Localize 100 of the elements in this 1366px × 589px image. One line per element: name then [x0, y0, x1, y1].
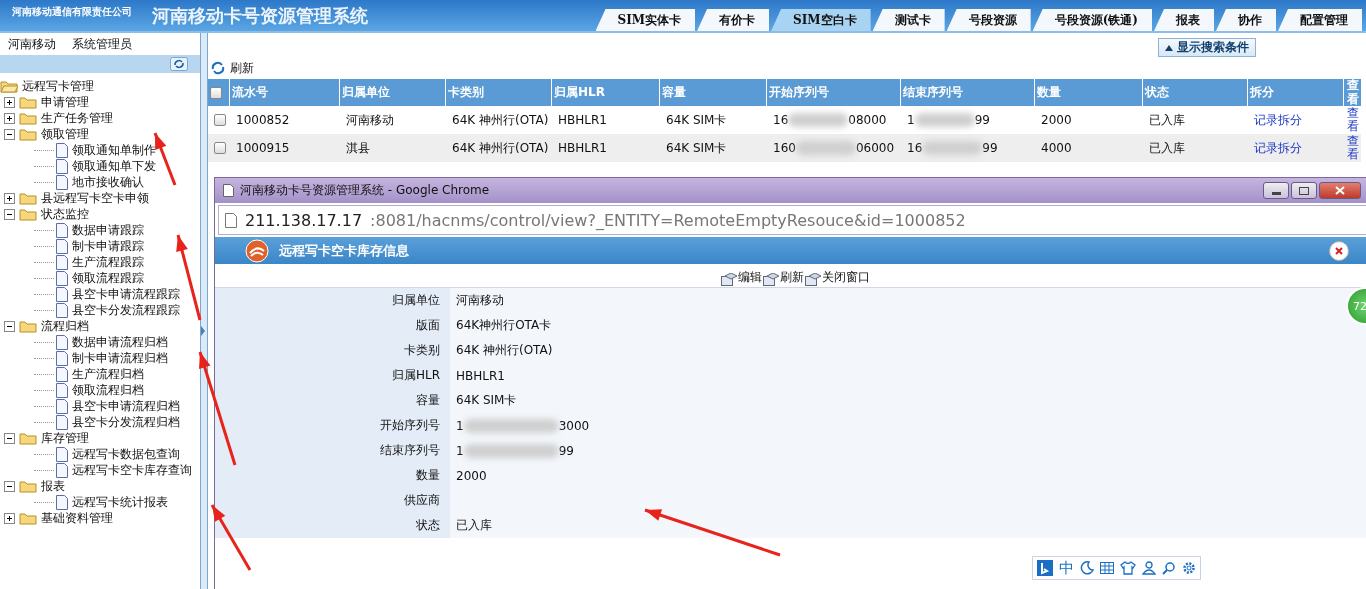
- refresh-icon[interactable]: [210, 61, 226, 75]
- tree-item[interactable]: 库存管理: [39, 429, 89, 447]
- serial-fragment: 08000: [848, 113, 887, 127]
- logo-icon: [245, 238, 269, 263]
- tree-item[interactable]: 制卡申请跟踪: [70, 237, 144, 255]
- field-value: 64K 神州行(OTA): [456, 342, 553, 359]
- collapse-handle[interactable]: [201, 326, 205, 336]
- expander-icon[interactable]: [4, 432, 15, 444]
- nav-tab[interactable]: 报表: [1154, 9, 1214, 31]
- address-bar[interactable]: 211.138.17.17 :8081/hacnms/control/view?_ENTITY=RemoteEmptyResouce&id=1000852: [218, 205, 1366, 235]
- tree-item[interactable]: 生产流程跟踪: [70, 253, 144, 271]
- minimize-button[interactable]: [1263, 182, 1289, 199]
- field-label: 容量: [215, 388, 450, 413]
- select-all-checkbox[interactable]: [210, 86, 222, 99]
- field-value: 2000: [456, 468, 487, 483]
- row-checkbox[interactable]: [214, 114, 226, 126]
- field-label: 结束序列号: [215, 438, 450, 463]
- folder-icon: [19, 191, 37, 205]
- close-button[interactable]: [1319, 182, 1361, 199]
- document-icon: [56, 446, 68, 462]
- search-icon[interactable]: [1162, 561, 1176, 575]
- column-header: 数量: [1035, 79, 1143, 106]
- table-cell: 已入库: [1149, 139, 1185, 157]
- column-header: 拆分: [1248, 79, 1344, 106]
- refresh-link[interactable]: 刷新: [230, 59, 254, 77]
- tree-item[interactable]: 领取流程归档: [70, 381, 144, 399]
- nav-tab[interactable]: SIM实体卡: [595, 9, 696, 31]
- nav-tab[interactable]: 有价卡: [697, 9, 770, 31]
- tree-item[interactable]: 县空卡分发流程跟踪: [70, 301, 180, 319]
- tree-item[interactable]: 县空卡申请流程跟踪: [70, 285, 180, 303]
- tree-item[interactable]: 县空卡分发流程归档: [70, 413, 180, 431]
- serial-fragment: 1: [456, 418, 464, 433]
- tree-item[interactable]: 生产任务管理: [39, 109, 113, 127]
- expander-icon[interactable]: [4, 96, 15, 108]
- nav-tab[interactable]: 协作: [1216, 9, 1276, 31]
- tree-item[interactable]: 基础资料管理: [39, 509, 113, 527]
- tree-item[interactable]: 县远程写卡空卡申领: [39, 189, 149, 207]
- tree-item[interactable]: 远程写卡管理: [20, 77, 94, 95]
- refresh-icon[interactable]: [170, 57, 188, 71]
- column-header: 归属单位: [340, 79, 446, 106]
- tree-item[interactable]: 生产流程归档: [70, 365, 144, 383]
- tree-item[interactable]: 申请管理: [39, 93, 89, 111]
- document-icon: [56, 174, 68, 190]
- row-link[interactable]: 记录拆分: [1254, 111, 1302, 129]
- maximize-button[interactable]: [1291, 182, 1317, 199]
- tree-item[interactable]: 状态监控: [39, 205, 89, 223]
- expander-icon[interactable]: [4, 192, 15, 204]
- keyboard-icon[interactable]: [1100, 562, 1114, 574]
- redaction-blur: [914, 113, 975, 127]
- column-header: 开始序列号: [767, 79, 901, 106]
- tree-item[interactable]: 流程归档: [39, 317, 89, 335]
- tree-item[interactable]: 报表: [39, 477, 65, 495]
- tree-item[interactable]: 远程写卡数据包查询: [70, 445, 180, 463]
- tree-item[interactable]: 领取流程跟踪: [70, 269, 144, 287]
- tree-item[interactable]: 领取通知单下发: [70, 157, 156, 175]
- nav-tab[interactable]: 测试卡: [872, 9, 945, 31]
- search-toggle-button[interactable]: 显示搜索条件: [1157, 38, 1256, 57]
- b-logo-icon[interactable]: [1037, 560, 1053, 576]
- nav-tab[interactable]: 号段资源: [946, 9, 1031, 31]
- field-value: HBHLR1: [456, 368, 505, 383]
- expander-icon[interactable]: [4, 512, 15, 524]
- expander-icon[interactable]: [4, 208, 15, 220]
- expander-icon[interactable]: [4, 320, 15, 332]
- tree-item[interactable]: 领取管理: [39, 125, 89, 143]
- table-cell: 1000915: [236, 141, 290, 155]
- field-label: 版面: [215, 313, 450, 338]
- tree-item[interactable]: 制卡申请流程归档: [70, 349, 168, 367]
- nav-tab[interactable]: SIM空白卡: [771, 9, 871, 31]
- row-checkbox[interactable]: [214, 142, 226, 154]
- shirt-icon[interactable]: [1120, 561, 1136, 575]
- table-cell: HBHLR1: [558, 113, 607, 127]
- action-link[interactable]: 关闭窗口: [821, 269, 870, 286]
- tree-item[interactable]: 远程写卡空卡库存查询: [70, 461, 192, 479]
- row-link[interactable]: 查看: [1347, 106, 1361, 134]
- expander-icon[interactable]: [4, 128, 15, 140]
- expander-icon[interactable]: [4, 480, 15, 492]
- action-link[interactable]: 刷新: [779, 269, 804, 286]
- field-value: 已入库: [456, 517, 492, 534]
- close-button[interactable]: [1329, 240, 1349, 261]
- moon-icon[interactable]: [1080, 561, 1094, 575]
- ime-mode[interactable]: 中: [1059, 558, 1074, 578]
- settings-icon[interactable]: [1182, 561, 1196, 575]
- serial-fragment: 99: [982, 141, 998, 155]
- tree-item[interactable]: 县空卡申请流程归档: [70, 397, 180, 415]
- expander-icon[interactable]: [4, 112, 15, 124]
- tree-item[interactable]: 地市接收确认: [70, 173, 144, 191]
- table-cell: 64K SIM卡: [666, 139, 727, 157]
- nav-tab[interactable]: 号段资源(铁通): [1032, 9, 1152, 31]
- tree-item[interactable]: 远程写卡统计报表: [70, 493, 168, 511]
- tree-item[interactable]: 数据申请跟踪: [70, 221, 144, 239]
- column-header: 状态: [1143, 79, 1248, 106]
- user-icon[interactable]: [1142, 561, 1156, 575]
- action-link[interactable]: 编辑: [737, 269, 762, 286]
- company-name: 河南移动通信有限责任公司: [12, 5, 132, 19]
- table-cell: 河南移动: [346, 111, 394, 129]
- column-header: 归属HLR: [552, 79, 660, 106]
- tree-item[interactable]: 领取通知单制作: [70, 141, 156, 159]
- user-name: 系统管理员: [72, 36, 132, 52]
- nav-tab[interactable]: 配置管理: [1278, 9, 1362, 31]
- tree-item[interactable]: 数据申请流程归档: [70, 333, 168, 351]
